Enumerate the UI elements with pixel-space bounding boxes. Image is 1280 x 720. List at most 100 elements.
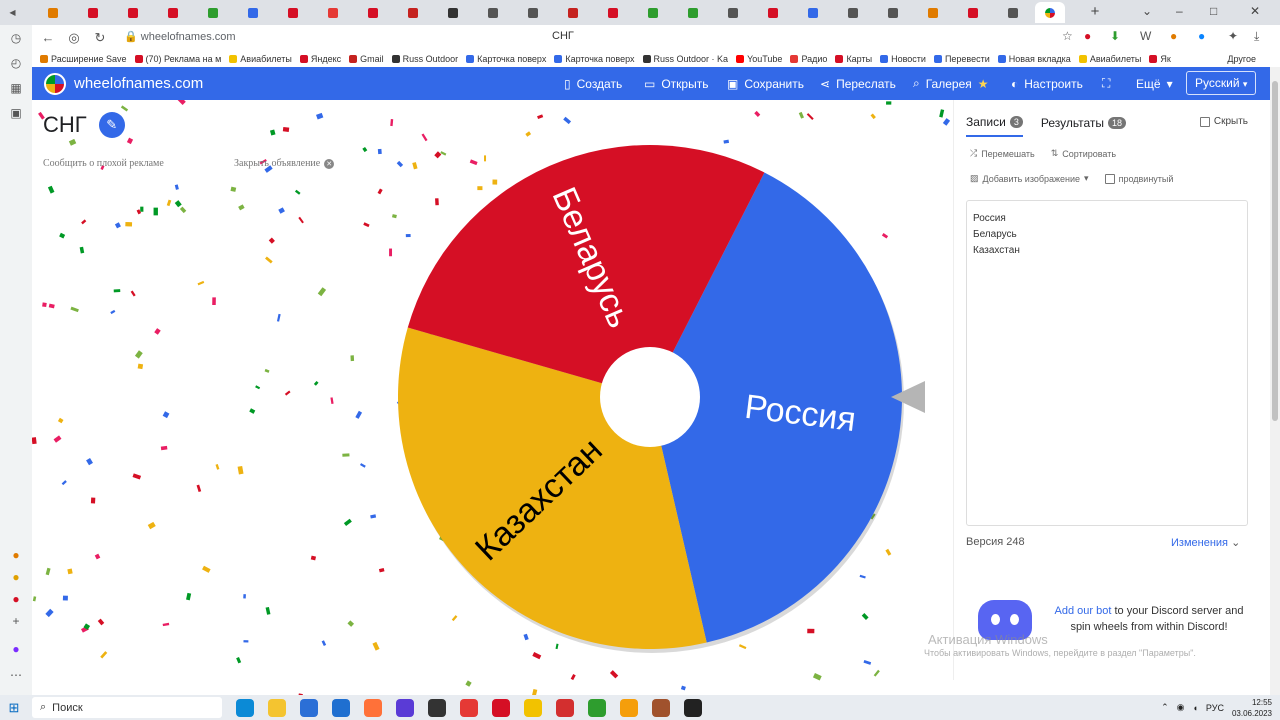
changes-link[interactable]: Изменения ⌄: [1171, 536, 1240, 549]
browser-tab[interactable]: [562, 2, 583, 23]
open-menu[interactable]: ▭ Открыть: [644, 67, 708, 100]
language-select[interactable]: Русский ▾: [1186, 71, 1256, 95]
reload-icon[interactable]: ↻: [90, 28, 110, 48]
brand-name[interactable]: wheelofnames.com: [74, 75, 203, 92]
start-button[interactable]: ⊞: [0, 695, 28, 720]
add-icon[interactable]: +: [8, 613, 24, 629]
tab-search-icon[interactable]: ⌄: [1142, 4, 1152, 18]
tab-results[interactable]: Результаты 18: [1041, 115, 1127, 137]
app-icon[interactable]: [652, 698, 670, 717]
browser-tab[interactable]: [482, 2, 503, 23]
bookmark-item[interactable]: Новости: [880, 54, 926, 64]
sort-button[interactable]: ⇅ Сортировать: [1051, 148, 1116, 159]
bookmark-item[interactable]: Яндекс: [299, 54, 341, 64]
explorer-icon[interactable]: [268, 698, 286, 717]
chevron-up-icon[interactable]: ⌃: [1161, 702, 1169, 713]
logo-icon[interactable]: [44, 72, 66, 95]
yandex-icon[interactable]: [428, 698, 446, 717]
bookmark-item[interactable]: Карты: [835, 54, 872, 64]
clock[interactable]: 12:55 03.06.2023: [1232, 697, 1272, 719]
create-menu[interactable]: ▯ Создать: [564, 67, 622, 100]
close-ad-link[interactable]: Закрыть объявление ✕: [234, 158, 335, 169]
downloads-icon[interactable]: ⤓: [1254, 29, 1259, 44]
active-browser-tab[interactable]: [1035, 2, 1065, 23]
browser-tab[interactable]: [522, 2, 543, 23]
browser-tab[interactable]: [82, 2, 103, 23]
app-icon[interactable]: ●: [8, 641, 24, 657]
bookmark-item[interactable]: Russ Outdoor: [391, 54, 458, 64]
mail-icon[interactable]: [332, 698, 350, 717]
bookmark-item[interactable]: Радио: [790, 54, 827, 64]
clock-icon[interactable]: ◴: [8, 55, 24, 71]
entries-textarea[interactable]: Россия Беларусь Казахстан: [966, 200, 1248, 526]
wheel-title[interactable]: СНГ: [43, 112, 87, 138]
browser-tab[interactable]: [642, 2, 663, 23]
bookmark-item[interactable]: Карточка поверх: [554, 54, 635, 64]
spin-wheel[interactable]: РоссияКазахстанБеларусь: [395, 140, 905, 655]
more-icon[interactable]: ⋯: [8, 667, 24, 683]
app-icon[interactable]: [524, 698, 542, 717]
yandex-browser-icon[interactable]: [460, 698, 478, 717]
browser-tab[interactable]: [722, 2, 743, 23]
bookmark-item[interactable]: Перевести: [933, 54, 990, 64]
browser-tab[interactable]: [842, 2, 863, 23]
map-pin-icon[interactable]: ●: [8, 591, 24, 607]
store-icon[interactable]: [300, 698, 318, 717]
close-window-icon[interactable]: ✕: [1250, 4, 1260, 18]
gallery-menu[interactable]: ⌕ Галерея ★: [913, 67, 989, 100]
bookmark-item[interactable]: Карточка поверх: [466, 54, 546, 64]
other-bookmarks[interactable]: Другое: [1227, 54, 1256, 64]
extension-icon[interactable]: ●: [1084, 29, 1091, 43]
bookmark-icon[interactable]: ☆: [1062, 29, 1073, 43]
calendar-icon[interactable]: ▦: [8, 80, 24, 96]
scrollbar-thumb[interactable]: [1272, 81, 1278, 421]
fullscreen-button[interactable]: ⛶: [1102, 67, 1110, 100]
bookmark-item[interactable]: Gmail: [349, 54, 384, 64]
network-icon[interactable]: ◉: [1177, 702, 1185, 713]
browser-tab[interactable]: [962, 2, 983, 23]
shuffle-button[interactable]: ⤮ Перемешать: [970, 148, 1035, 159]
more-menu[interactable]: Ещё ▾: [1136, 67, 1173, 100]
advanced-checkbox[interactable]: продвинутый: [1104, 173, 1173, 184]
browser-tab[interactable]: [682, 2, 703, 23]
minimize-icon[interactable]: –: [1176, 4, 1183, 18]
app-icon[interactable]: [588, 698, 606, 717]
browser-tab[interactable]: [762, 2, 783, 23]
share-menu[interactable]: ⋖ Переслать: [820, 67, 896, 100]
taskbar-search[interactable]: ⌕ Поиск: [32, 697, 222, 718]
history-icon[interactable]: ◷: [8, 30, 24, 46]
browser-tab[interactable]: [122, 2, 143, 23]
maximize-icon[interactable]: □: [1210, 4, 1217, 18]
reader-icon[interactable]: ◎: [64, 28, 84, 48]
app-icon[interactable]: ●: [8, 569, 24, 585]
hide-checkbox[interactable]: Скрыть: [1199, 116, 1248, 127]
yandex-icon[interactable]: [556, 698, 574, 717]
panel-icon[interactable]: ▣: [8, 105, 24, 121]
opera-icon[interactable]: [492, 698, 510, 717]
add-image-button[interactable]: ▨ Добавить изображение ▾: [970, 173, 1089, 184]
browser-tab[interactable]: [402, 2, 423, 23]
lang-indicator[interactable]: РУС: [1206, 703, 1224, 713]
firefox-icon[interactable]: [364, 698, 382, 717]
bookmark-item[interactable]: Як: [1149, 54, 1171, 64]
app-icon[interactable]: ●: [8, 547, 24, 563]
browser-tab[interactable]: [602, 2, 623, 23]
bookmark-item[interactable]: Авиабилеты: [1078, 54, 1141, 64]
browser-tab[interactable]: [242, 2, 263, 23]
back-icon[interactable]: ←: [38, 28, 58, 48]
bookmark-item[interactable]: Russ Outdoor · Ka: [642, 54, 728, 64]
download-icon[interactable]: ⬇: [1110, 29, 1120, 43]
wheel-hub[interactable]: [600, 347, 700, 447]
browser-tab[interactable]: [42, 2, 63, 23]
page-scrollbar[interactable]: [1270, 67, 1280, 695]
tab-actions-icon[interactable]: ◀: [2, 2, 23, 23]
extensions-icon[interactable]: ✦: [1228, 29, 1238, 43]
new-tab-button[interactable]: +: [1086, 3, 1104, 21]
browser-tab[interactable]: [1002, 2, 1023, 23]
browser-tab[interactable]: [922, 2, 943, 23]
bookmark-item[interactable]: Авиабилеты: [229, 54, 292, 64]
browser-tab[interactable]: [882, 2, 903, 23]
save-menu[interactable]: ▣ Сохранить: [727, 67, 804, 100]
app-icon[interactable]: [620, 698, 638, 717]
browser-tab[interactable]: [202, 2, 223, 23]
